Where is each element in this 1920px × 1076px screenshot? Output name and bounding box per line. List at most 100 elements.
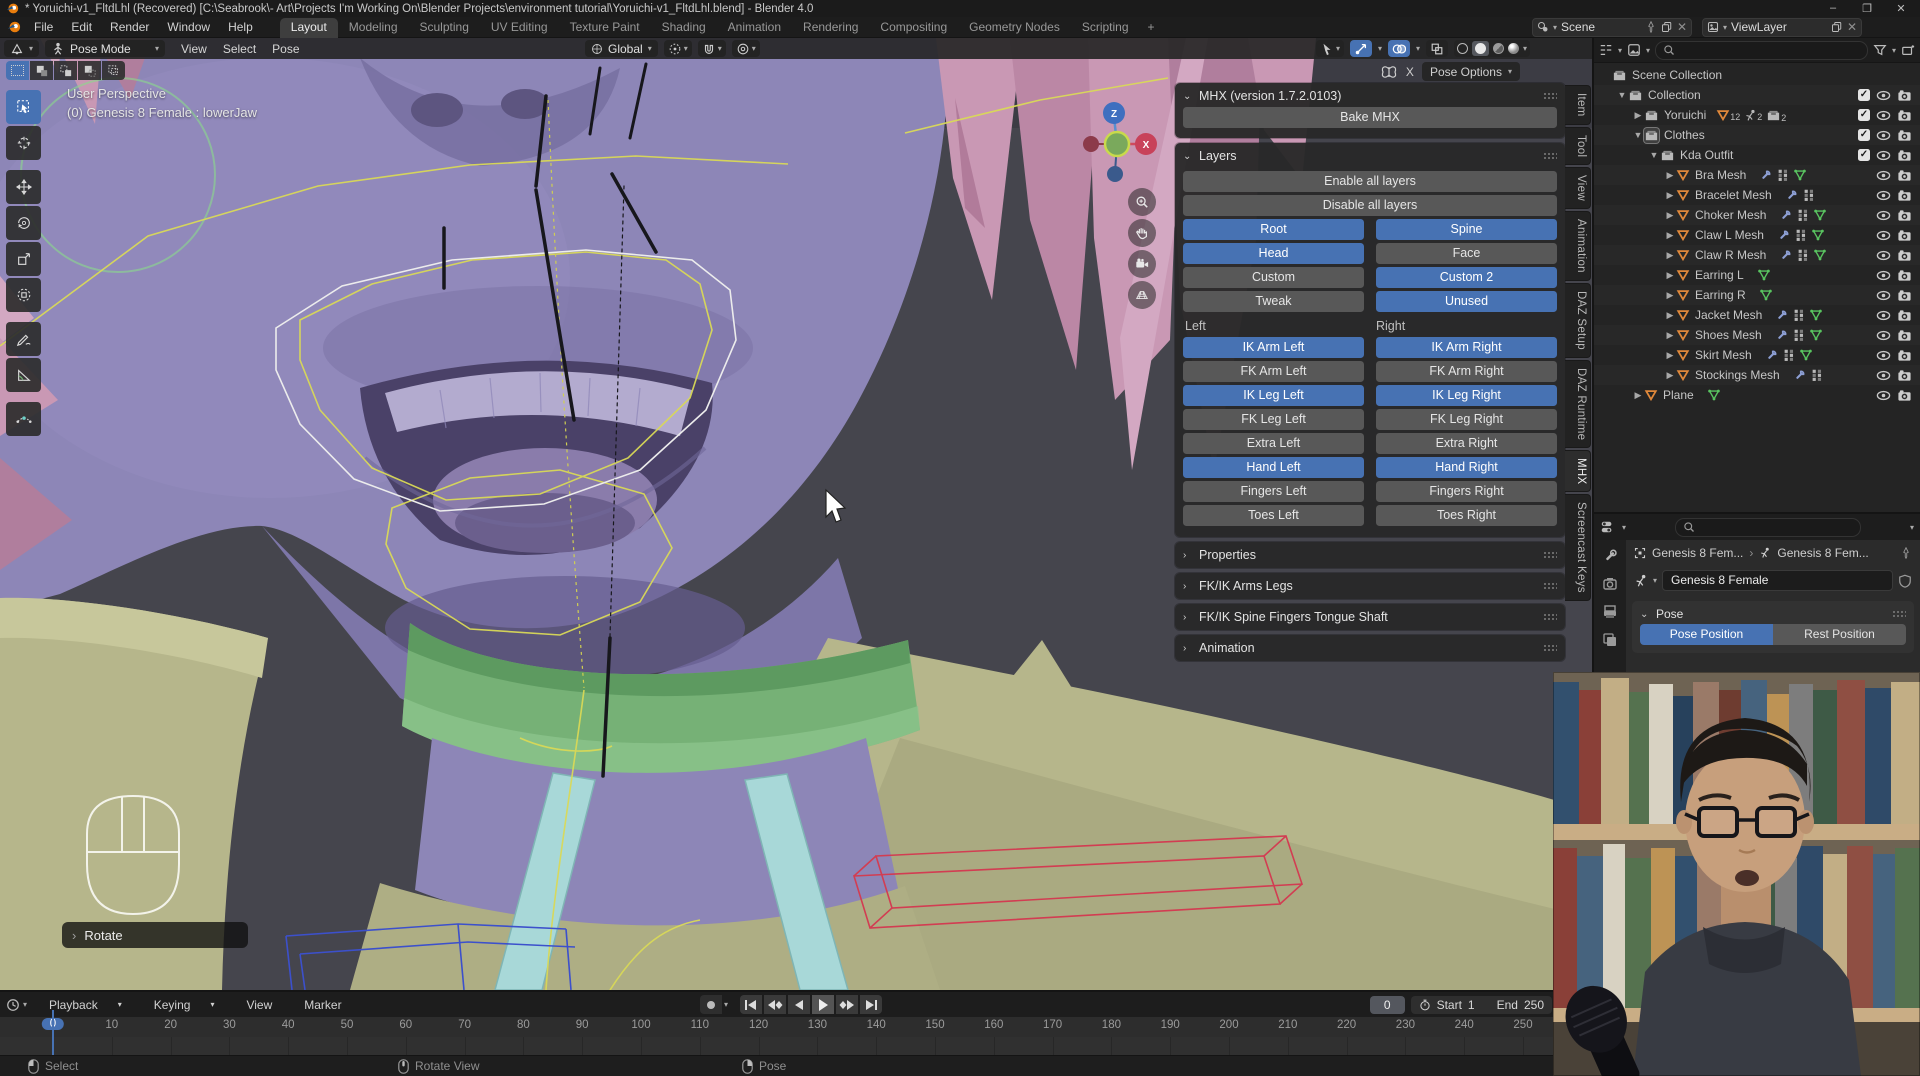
frame-tick-200[interactable]: 200 — [1219, 1019, 1238, 1031]
pin-icon[interactable] — [1900, 547, 1912, 559]
drag-handle-icon[interactable] — [1543, 551, 1557, 560]
frame-tick-170[interactable]: 170 — [1043, 1019, 1062, 1031]
drag-handle-icon[interactable] — [1543, 644, 1557, 653]
menu-edit[interactable]: Edit — [62, 17, 101, 37]
sidebar-tab-tool[interactable]: Tool — [1565, 127, 1591, 165]
frame-tick-30[interactable]: 30 — [223, 1019, 236, 1031]
frame-tick-80[interactable]: 80 — [517, 1019, 530, 1031]
axis-gizmo[interactable]: Z X — [1079, 100, 1159, 190]
butterfly-mirror-icon[interactable] — [1380, 65, 1398, 79]
frame-tick-220[interactable]: 220 — [1337, 1019, 1356, 1031]
expand-arrow-icon[interactable]: ▶ — [1664, 190, 1676, 201]
tab-sculpting[interactable]: Sculpting — [409, 18, 480, 38]
mode-dropdown[interactable]: Pose Mode ▾ — [45, 40, 165, 57]
drag-handle-icon[interactable] — [1892, 610, 1906, 619]
playhead[interactable] — [52, 1010, 54, 1055]
visibility-eye-icon[interactable] — [1876, 348, 1891, 363]
tab-geometry-nodes[interactable]: Geometry Nodes — [958, 18, 1071, 38]
pose-breakdowner-tool[interactable] — [6, 402, 41, 436]
render-camera-icon[interactable] — [1897, 268, 1912, 283]
jump-end-button[interactable] — [860, 995, 882, 1014]
zoom-button[interactable] — [1128, 188, 1156, 216]
chevron-down-icon[interactable]: ▾ — [1378, 44, 1382, 53]
tab-scripting[interactable]: Scripting — [1071, 18, 1140, 38]
expand-arrow-icon[interactable]: ▶ — [1664, 270, 1676, 281]
expand-arrow-icon[interactable]: ▶ — [1664, 350, 1676, 361]
chevron-down-icon[interactable]: ▾ — [1646, 46, 1650, 55]
sidebar-tab-animation[interactable]: Animation — [1565, 211, 1591, 281]
outliner-row-yoruichi[interactable]: ▶Yoruichi1222✓ — [1594, 105, 1920, 125]
visibility-eye-icon[interactable] — [1876, 308, 1891, 323]
outliner-row-scene-collection[interactable]: Scene Collection — [1594, 65, 1920, 85]
prev-frame-button[interactable] — [788, 995, 810, 1014]
outliner-row-bra-mesh[interactable]: ▶Bra Mesh — [1594, 165, 1920, 185]
expand-arrow-icon[interactable]: ▶ — [1664, 170, 1676, 181]
timeline-menu-playback[interactable]: Playback▾ — [33, 998, 138, 1012]
tab-compositing[interactable]: Compositing — [869, 18, 958, 38]
camera-view-button[interactable] — [1128, 250, 1156, 278]
layer-button-face[interactable]: Face — [1376, 243, 1557, 264]
layer-button-spine[interactable]: Spine — [1376, 219, 1557, 240]
frame-tick-90[interactable]: 90 — [576, 1019, 589, 1031]
copy-icon[interactable] — [1661, 21, 1673, 33]
layer-button-fingers-right[interactable]: Fingers Right — [1376, 481, 1557, 502]
chevron-down-icon[interactable]: ▾ — [1416, 44, 1420, 53]
section-header-fk-ik-arms-legs[interactable]: ›FK/IK Arms Legs — [1183, 575, 1557, 597]
frame-tick-250[interactable]: 250 — [1513, 1019, 1532, 1031]
prev-key-button[interactable] — [764, 995, 786, 1014]
breadcrumb-object[interactable]: Genesis 8 Fem... — [1652, 546, 1743, 560]
frame-tick-100[interactable]: 100 — [631, 1019, 650, 1031]
rotate-tool[interactable] — [6, 206, 41, 240]
remove-icon[interactable]: ✕ — [1847, 20, 1857, 34]
layers-section-header[interactable]: ⌄ Layers — [1183, 145, 1557, 167]
render-camera-icon[interactable] — [1897, 228, 1912, 243]
visibility-eye-icon[interactable] — [1876, 128, 1891, 143]
layer-button-custom[interactable]: Custom — [1183, 267, 1364, 288]
layer-button-ik-arm-left[interactable]: IK Arm Left — [1183, 337, 1364, 358]
expand-arrow-icon[interactable]: ▶ — [1664, 330, 1676, 341]
render-camera-icon[interactable] — [1897, 308, 1912, 323]
menu-window[interactable]: Window — [158, 17, 219, 37]
maximize-button[interactable]: ❐ — [1854, 2, 1880, 15]
disable-all-layers-button[interactable]: Disable all layers — [1183, 195, 1557, 216]
shield-icon[interactable] — [1898, 574, 1912, 588]
wireframe-shading-button[interactable] — [1457, 43, 1468, 54]
tweak-select-button[interactable] — [6, 61, 29, 80]
outliner-row-earring-l[interactable]: ▶Earring L — [1594, 265, 1920, 285]
tab-texture-paint[interactable]: Texture Paint — [559, 18, 651, 38]
expand-arrow-icon[interactable]: ▶ — [1664, 290, 1676, 301]
sidebar-tab-daz-setup[interactable]: DAZ Setup — [1565, 283, 1591, 358]
render-camera-icon[interactable] — [1897, 208, 1912, 223]
layer-button-fk-leg-left[interactable]: FK Leg Left — [1183, 409, 1364, 430]
copy-icon[interactable] — [1831, 21, 1843, 33]
render-camera-icon[interactable] — [1897, 328, 1912, 343]
outliner-row-bracelet-mesh[interactable]: ▶Bracelet Mesh — [1594, 185, 1920, 205]
chevron-down-icon[interactable]: ▾ — [1622, 523, 1626, 532]
play-button[interactable] — [812, 995, 834, 1014]
move-tool[interactable] — [6, 170, 41, 204]
chevron-down-icon[interactable]: ▾ — [1892, 46, 1896, 55]
frame-tick-70[interactable]: 70 — [458, 1019, 471, 1031]
viewport-menu-view[interactable]: View — [173, 42, 215, 56]
frame-tick-140[interactable]: 140 — [867, 1019, 886, 1031]
add-workspace-button[interactable]: + — [1140, 20, 1163, 34]
menu-file[interactable]: File — [25, 17, 62, 37]
chevron-down-icon[interactable]: ▾ — [724, 1000, 728, 1009]
proportional-edit-dropdown[interactable]: ▾ — [732, 40, 760, 57]
layer-button-hand-left[interactable]: Hand Left — [1183, 457, 1364, 478]
mhx-section-header[interactable]: ⌄ MHX (version 1.7.2.0103) — [1183, 85, 1557, 107]
outliner-row-claw-r-mesh[interactable]: ▶Claw R Mesh — [1594, 245, 1920, 265]
outliner-row-skirt-mesh[interactable]: ▶Skirt Mesh — [1594, 345, 1920, 365]
solid-shading-button[interactable] — [1472, 41, 1489, 56]
gizmo-negative-z[interactable] — [1107, 166, 1123, 182]
pose-position-button[interactable]: Pose Position — [1640, 624, 1773, 645]
box-select-extend-button[interactable] — [54, 61, 77, 80]
display-mode-icon[interactable] — [1599, 43, 1613, 57]
layer-button-tweak[interactable]: Tweak — [1183, 291, 1364, 312]
outliner-row-earring-r[interactable]: ▶Earring R — [1594, 285, 1920, 305]
frame-tick-190[interactable]: 190 — [1161, 1019, 1180, 1031]
expand-arrow-icon[interactable]: ▶ — [1664, 310, 1676, 321]
enable-all-layers-button[interactable]: Enable all layers — [1183, 171, 1557, 192]
frame-tick-110[interactable]: 110 — [691, 1019, 709, 1031]
next-key-button[interactable] — [836, 995, 858, 1014]
